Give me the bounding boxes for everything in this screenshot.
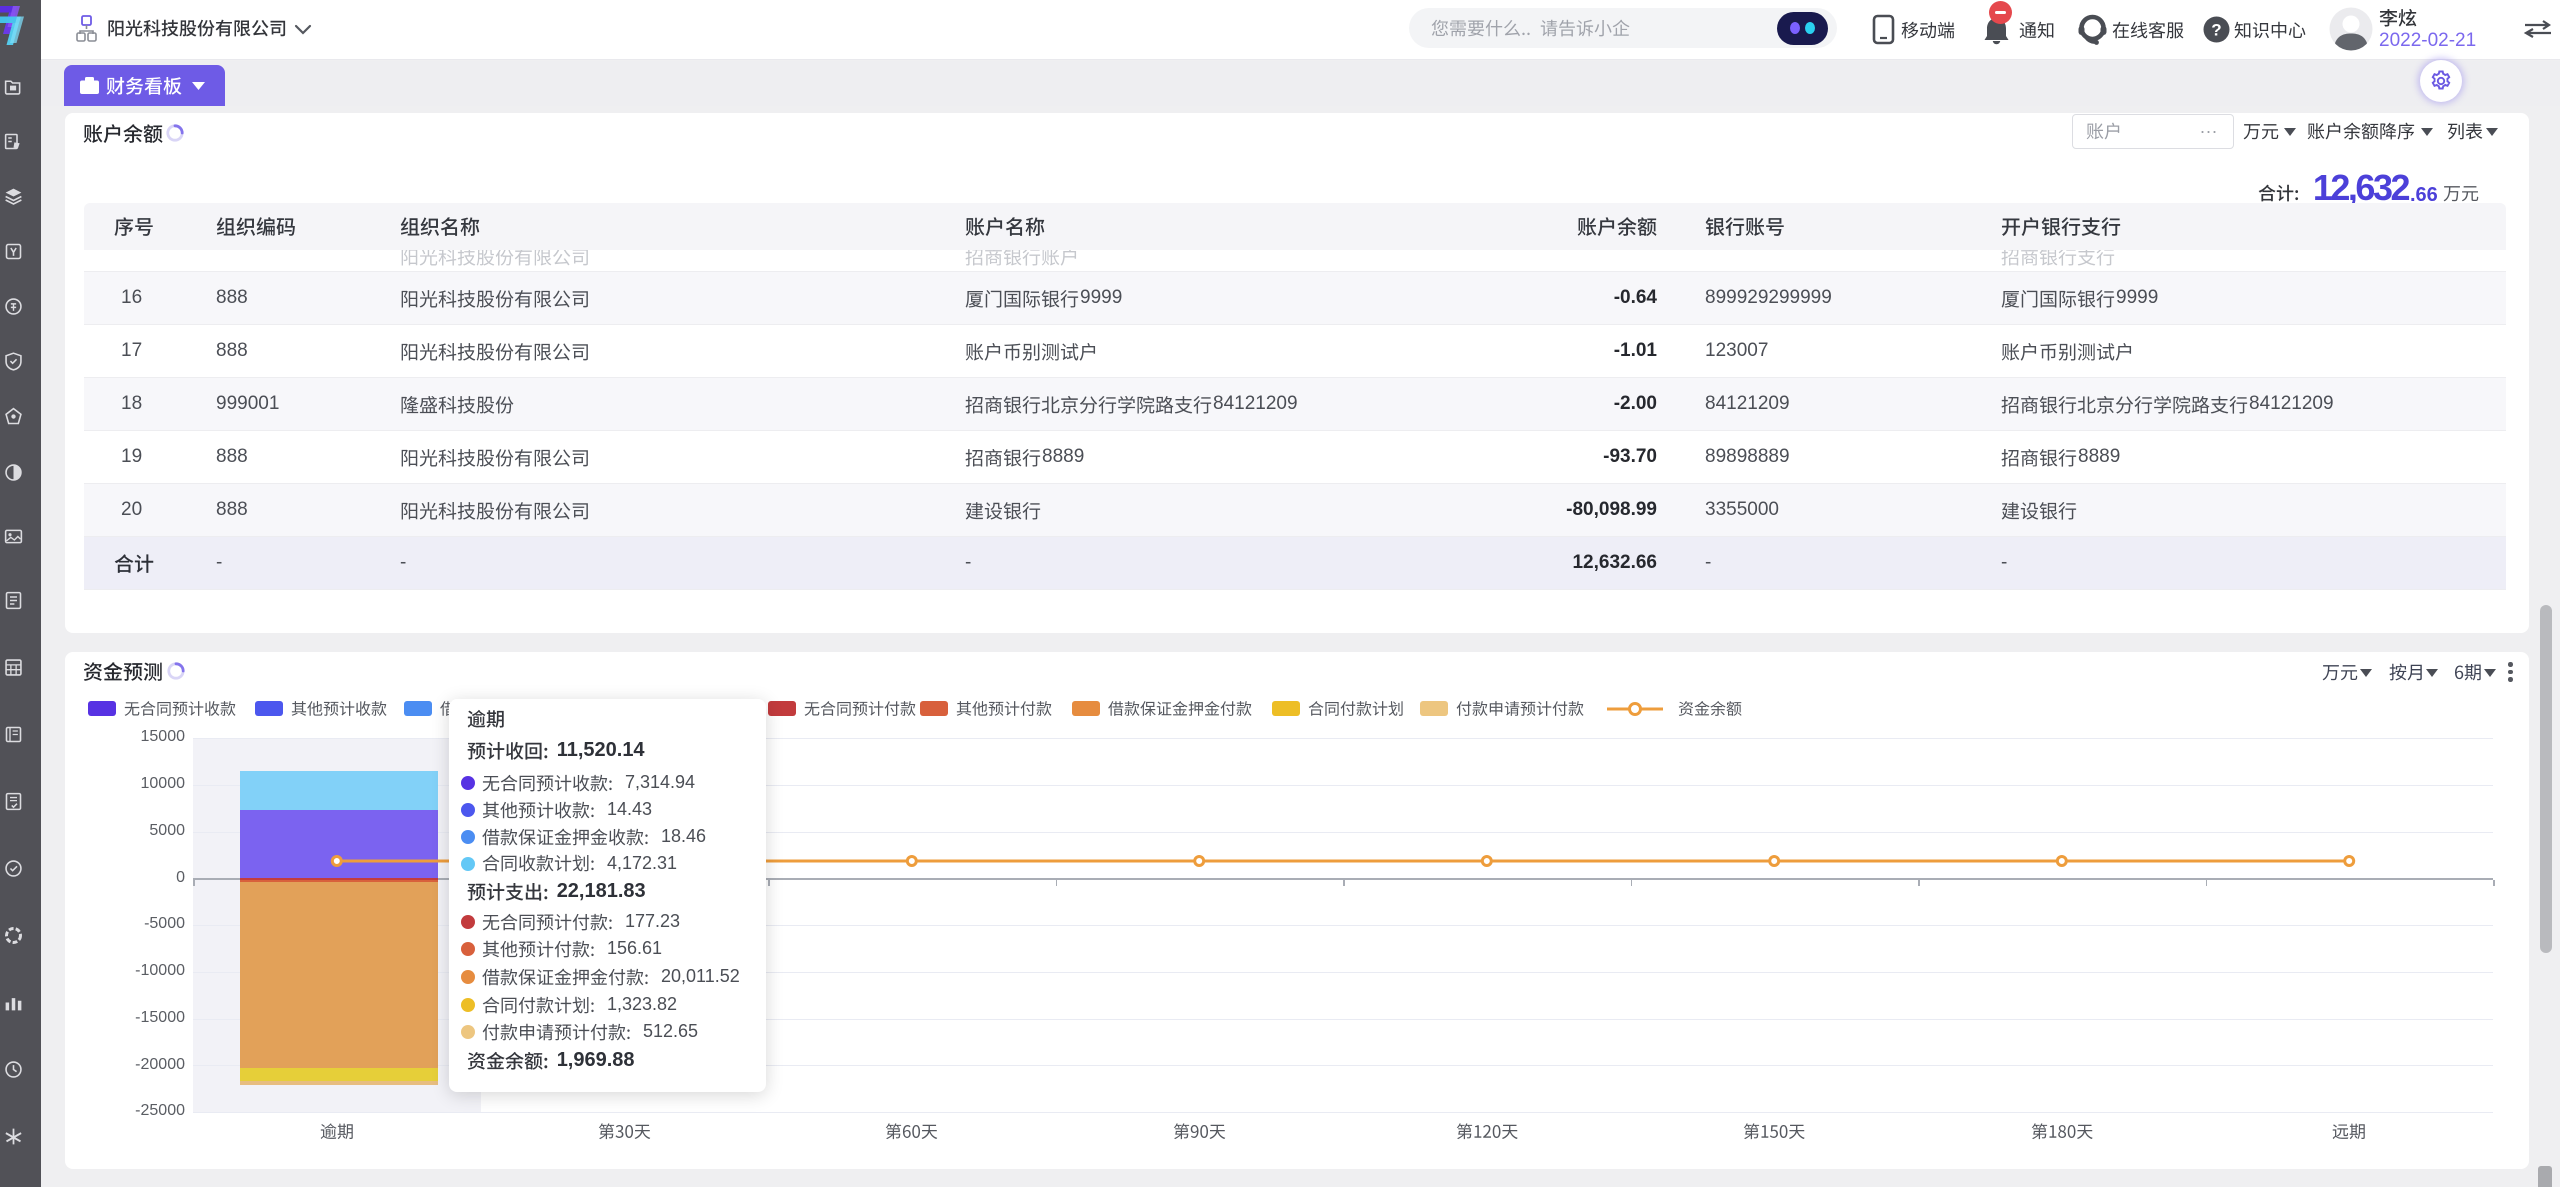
svg-text:?: ? bbox=[2211, 21, 2221, 40]
